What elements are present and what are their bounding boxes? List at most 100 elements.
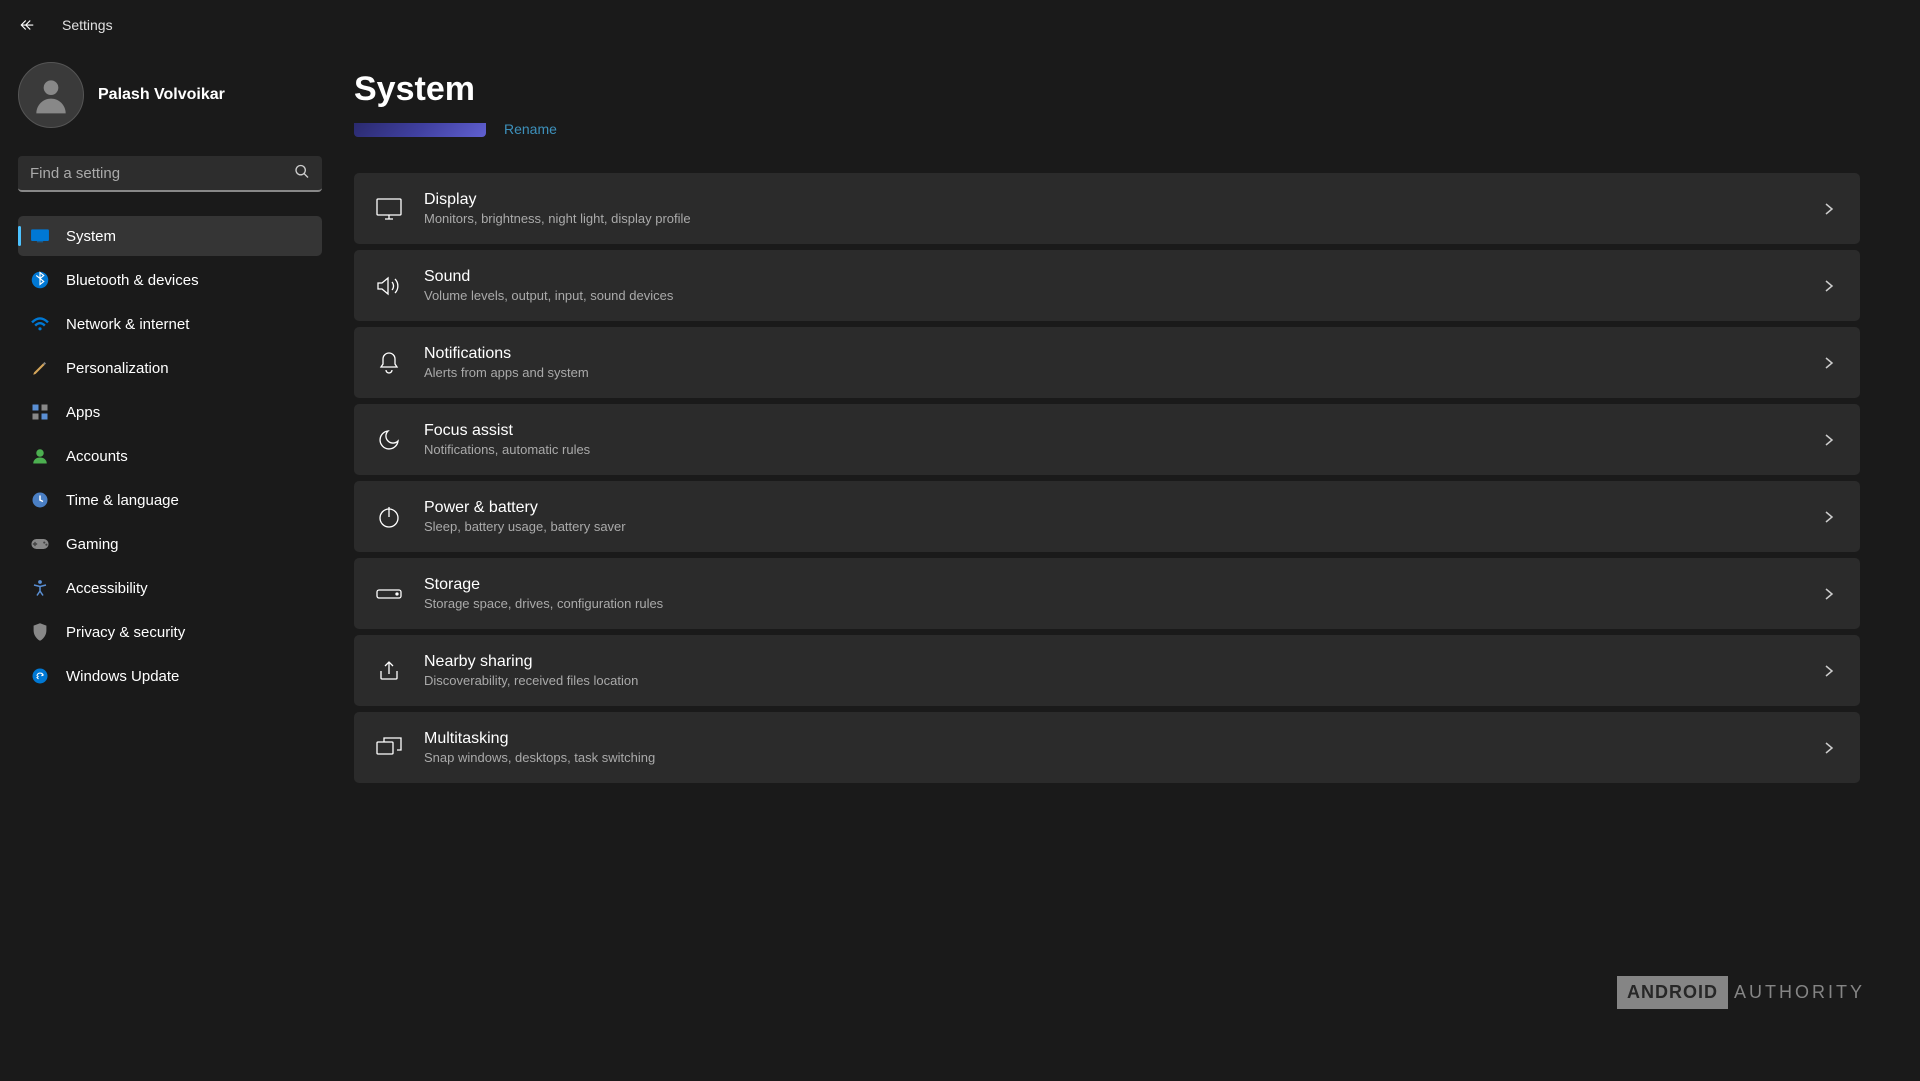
settings-text: Multitasking Snap windows, desktops, tas… <box>424 730 1802 765</box>
nav-label: Privacy & security <box>66 624 185 641</box>
nav-label: Accessibility <box>66 580 148 597</box>
watermark-box: ANDROID <box>1617 976 1728 1009</box>
settings-title: Power & battery <box>424 499 1802 517</box>
sidebar-item-privacy[interactable]: Privacy & security <box>18 612 322 652</box>
rename-link[interactable]: Rename <box>504 121 557 137</box>
settings-text: Display Monitors, brightness, night ligh… <box>424 191 1802 226</box>
settings-title: Nearby sharing <box>424 653 1802 671</box>
settings-text: Storage Storage space, drives, configura… <box>424 576 1802 611</box>
time-icon <box>30 490 50 510</box>
settings-title: Display <box>424 191 1802 209</box>
focus-icon <box>376 427 402 453</box>
titlebar: Settings <box>0 0 1920 50</box>
settings-desc: Alerts from apps and system <box>424 365 1802 380</box>
search-icon <box>294 164 310 185</box>
avatar <box>18 62 84 128</box>
settings-desc: Snap windows, desktops, task switching <box>424 750 1802 765</box>
nav-label: Accounts <box>66 448 128 465</box>
chevron-right-icon <box>1824 510 1838 524</box>
network-icon <box>30 314 50 334</box>
nav-label: System <box>66 228 116 245</box>
settings-title: Notifications <box>424 345 1802 363</box>
main-content: System Rename Display Monitors, brightne… <box>340 50 1920 1081</box>
sidebar-item-accounts[interactable]: Accounts <box>18 436 322 476</box>
chevron-right-icon <box>1824 356 1838 370</box>
settings-desc: Notifications, automatic rules <box>424 442 1802 457</box>
sidebar-item-update[interactable]: Windows Update <box>18 656 322 696</box>
chevron-right-icon <box>1824 202 1838 216</box>
multitask-icon <box>376 735 402 761</box>
settings-title: Multitasking <box>424 730 1802 748</box>
settings-item-storage[interactable]: Storage Storage space, drives, configura… <box>354 558 1860 629</box>
settings-text: Notifications Alerts from apps and syste… <box>424 345 1802 380</box>
person-icon <box>29 73 73 117</box>
sidebar-item-gaming[interactable]: Gaming <box>18 524 322 564</box>
sidebar-item-personalization[interactable]: Personalization <box>18 348 322 388</box>
settings-desc: Storage space, drives, configuration rul… <box>424 596 1802 611</box>
sidebar-item-time[interactable]: Time & language <box>18 480 322 520</box>
settings-text: Power & battery Sleep, battery usage, ba… <box>424 499 1802 534</box>
storage-icon <box>376 581 402 607</box>
user-name: Palash Volvoikar <box>98 86 225 104</box>
sidebar-item-system[interactable]: System <box>18 216 322 256</box>
settings-item-notifications[interactable]: Notifications Alerts from apps and syste… <box>354 327 1860 398</box>
settings-item-sound[interactable]: Sound Volume levels, output, input, soun… <box>354 250 1860 321</box>
sidebar: Palash Volvoikar System Bluetooth & devi… <box>0 50 340 1081</box>
watermark-text: AUTHORITY <box>1734 982 1865 1003</box>
sidebar-item-apps[interactable]: Apps <box>18 392 322 432</box>
settings-title: Focus assist <box>424 422 1802 440</box>
sidebar-item-accessibility[interactable]: Accessibility <box>18 568 322 608</box>
titlebar-title: Settings <box>62 17 113 33</box>
nav-label: Gaming <box>66 536 119 553</box>
sound-icon <box>376 273 402 299</box>
chevron-right-icon <box>1824 279 1838 293</box>
settings-text: Focus assist Notifications, automatic ru… <box>424 422 1802 457</box>
settings-item-display[interactable]: Display Monitors, brightness, night ligh… <box>354 173 1860 244</box>
nav-label: Personalization <box>66 360 169 377</box>
system-icon <box>30 226 50 246</box>
sidebar-item-network[interactable]: Network & internet <box>18 304 322 344</box>
settings-text: Nearby sharing Discoverability, received… <box>424 653 1802 688</box>
nav-label: Bluetooth & devices <box>66 272 199 289</box>
settings-desc: Volume levels, output, input, sound devi… <box>424 288 1802 303</box>
settings-title: Storage <box>424 576 1802 594</box>
bluetooth-icon <box>30 270 50 290</box>
page-title: System <box>354 70 1860 109</box>
settings-item-multitask[interactable]: Multitasking Snap windows, desktops, tas… <box>354 712 1860 783</box>
nav-label: Network & internet <box>66 316 189 333</box>
search-input[interactable] <box>18 156 322 192</box>
nav-label: Windows Update <box>66 668 179 685</box>
device-image <box>354 123 486 137</box>
apps-icon <box>30 402 50 422</box>
settings-item-focus[interactable]: Focus assist Notifications, automatic ru… <box>354 404 1860 475</box>
user-section[interactable]: Palash Volvoikar <box>18 62 322 128</box>
back-arrow-icon <box>19 16 37 34</box>
display-icon <box>376 196 402 222</box>
settings-list: Display Monitors, brightness, night ligh… <box>354 173 1860 783</box>
power-icon <box>376 504 402 530</box>
chevron-right-icon <box>1824 587 1838 601</box>
notifications-icon <box>376 350 402 376</box>
chevron-right-icon <box>1824 741 1838 755</box>
accounts-icon <box>30 446 50 466</box>
search-box <box>18 156 322 192</box>
settings-desc: Monitors, brightness, night light, displ… <box>424 211 1802 226</box>
settings-item-share[interactable]: Nearby sharing Discoverability, received… <box>354 635 1860 706</box>
update-icon <box>30 666 50 686</box>
chevron-right-icon <box>1824 664 1838 678</box>
nav-label: Apps <box>66 404 100 421</box>
settings-desc: Sleep, battery usage, battery saver <box>424 519 1802 534</box>
personalization-icon <box>30 358 50 378</box>
gaming-icon <box>30 534 50 554</box>
settings-item-power[interactable]: Power & battery Sleep, battery usage, ba… <box>354 481 1860 552</box>
nav-list: System Bluetooth & devices Network & int… <box>18 216 322 696</box>
chevron-right-icon <box>1824 433 1838 447</box>
back-button[interactable] <box>18 15 38 35</box>
share-icon <box>376 658 402 684</box>
settings-desc: Discoverability, received files location <box>424 673 1802 688</box>
sidebar-item-bluetooth[interactable]: Bluetooth & devices <box>18 260 322 300</box>
settings-text: Sound Volume levels, output, input, soun… <box>424 268 1802 303</box>
nav-label: Time & language <box>66 492 179 509</box>
watermark: ANDROID AUTHORITY <box>1617 976 1865 1009</box>
device-preview: Rename <box>354 121 1860 137</box>
